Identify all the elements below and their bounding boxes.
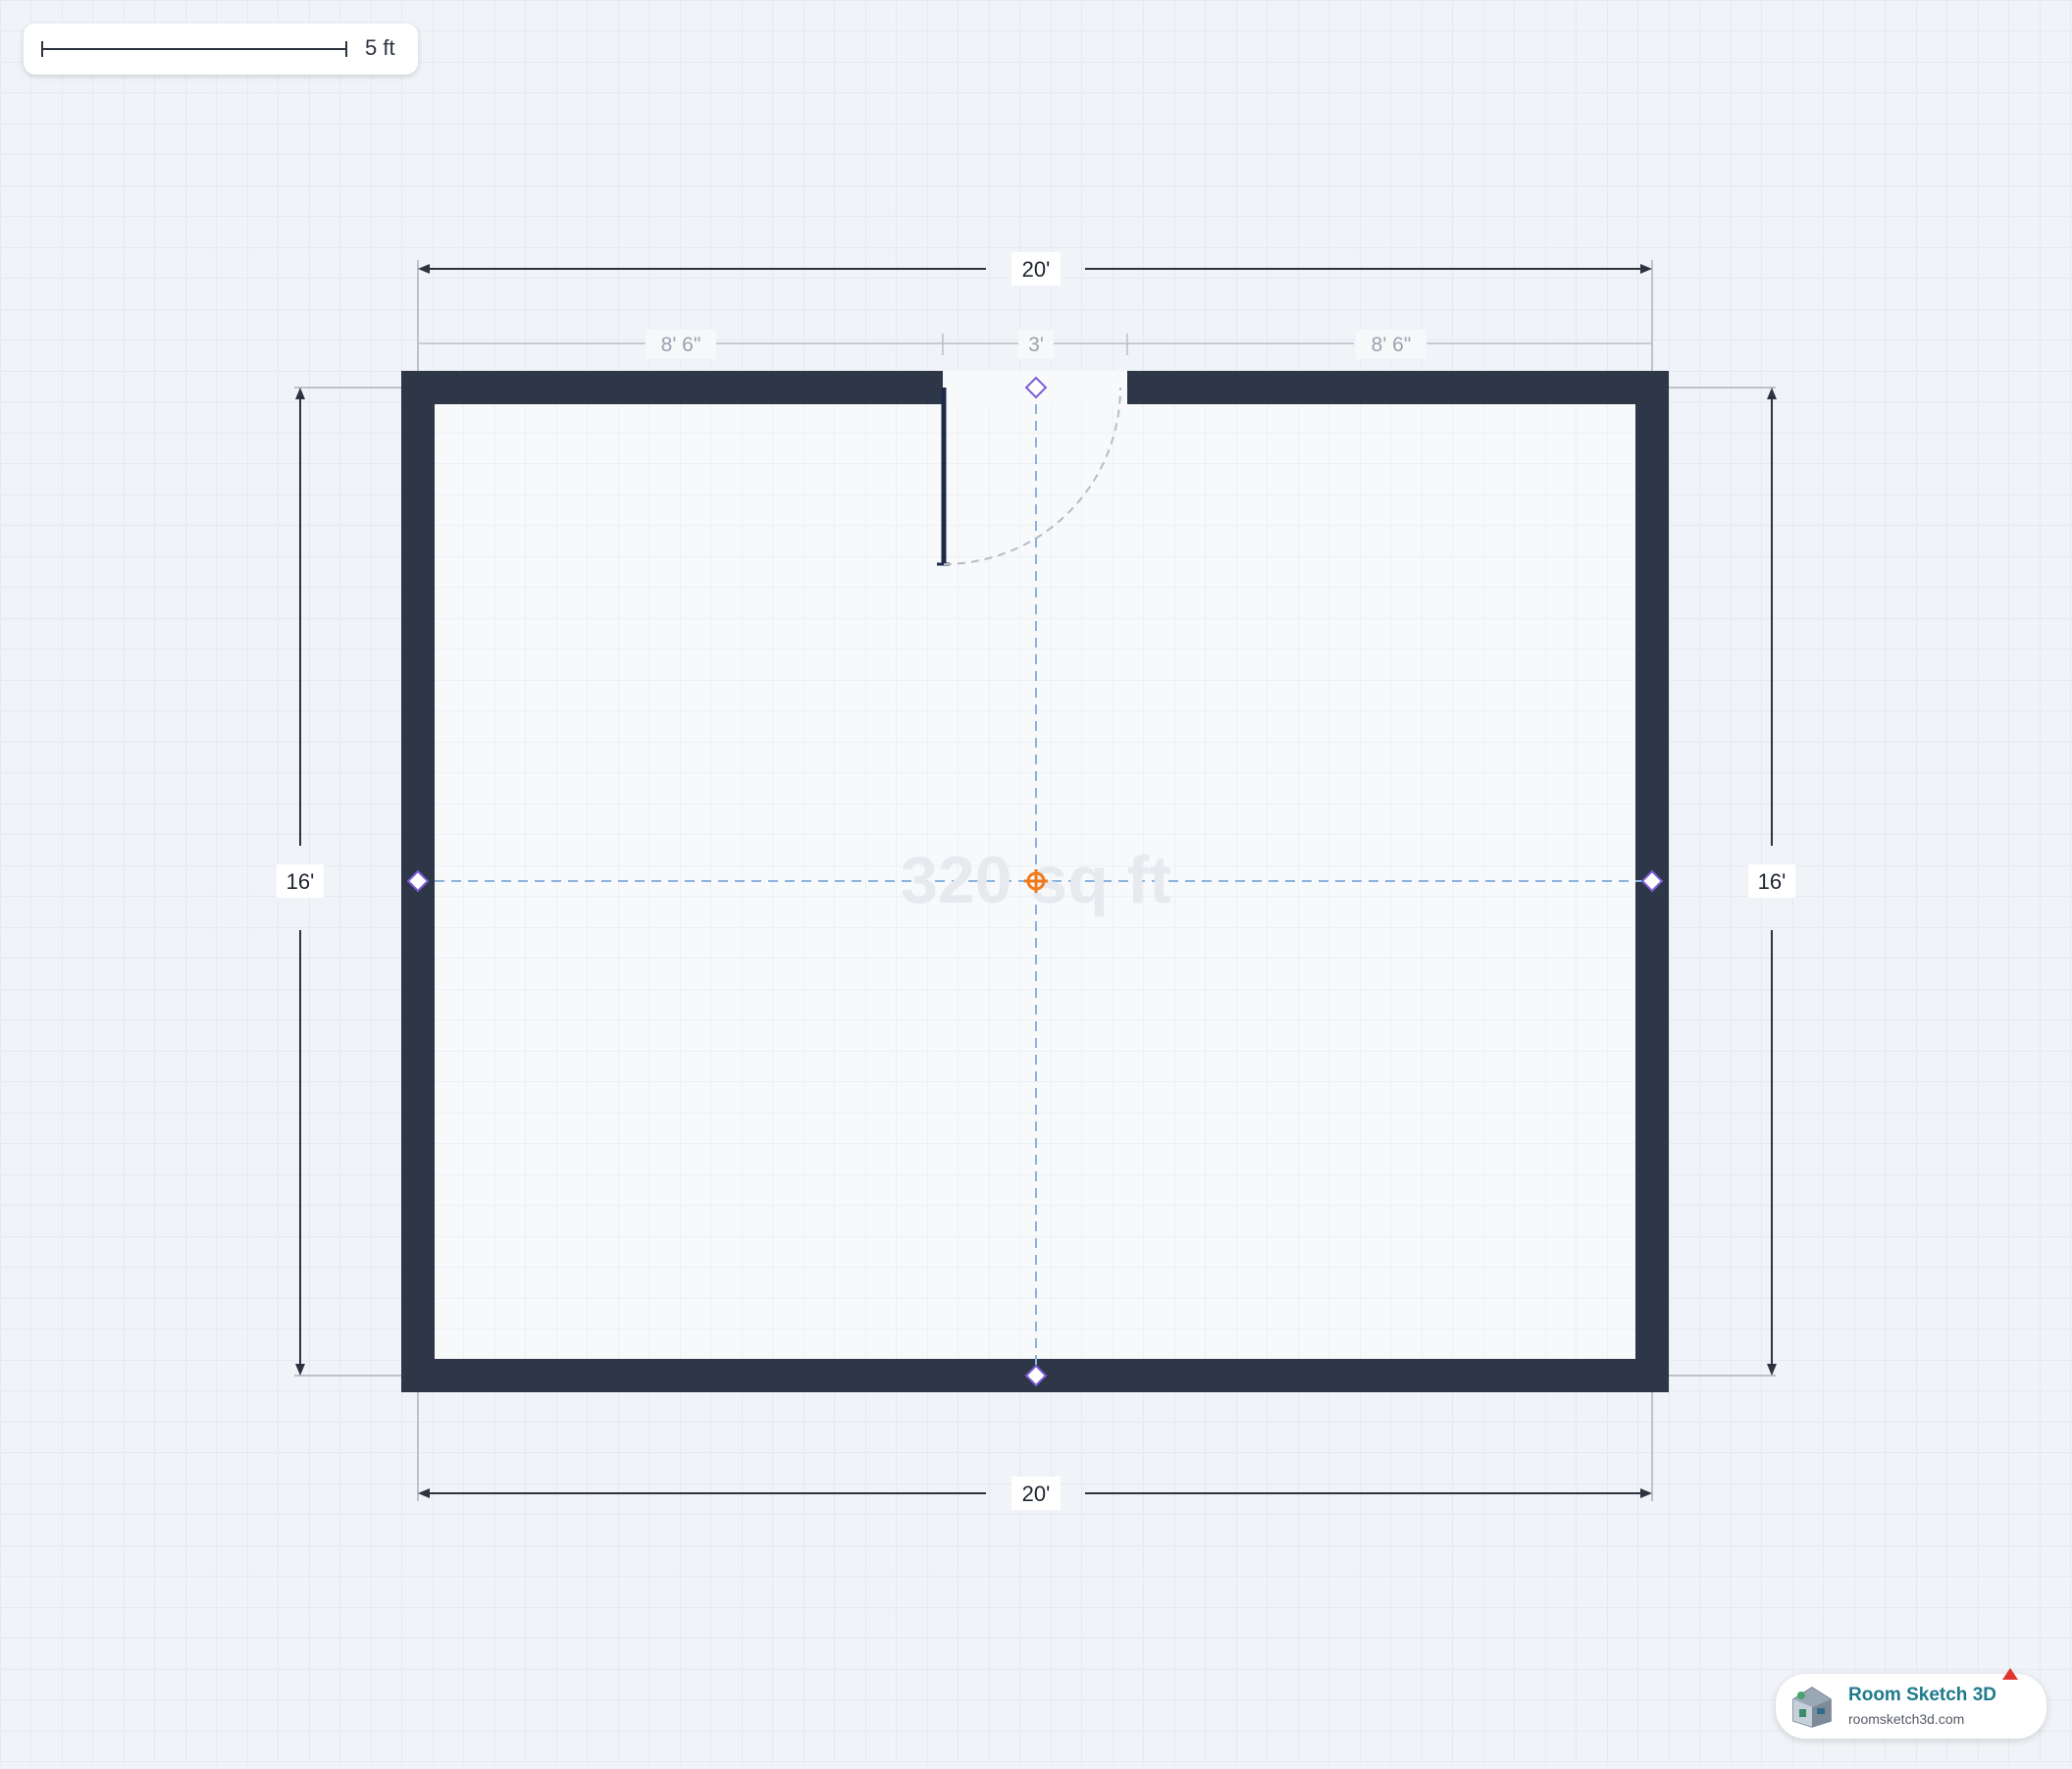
brand-url[interactable]: roomsketch3d.com xyxy=(1848,1711,1964,1727)
wall-top-left[interactable] xyxy=(401,371,943,404)
scale-bar xyxy=(41,41,347,57)
dimension-bottom-label[interactable]: 20' xyxy=(1022,1482,1051,1506)
red-arrow-badge-icon[interactable] xyxy=(1999,1666,2021,1688)
scale-label: 5 ft xyxy=(365,35,395,60)
dimension-top-label[interactable]: 20' xyxy=(1022,257,1051,282)
dimension-right-label[interactable]: 16' xyxy=(1758,869,1787,894)
scale-indicator: 5 ft xyxy=(24,24,418,75)
dimension-segment-door[interactable]: 3' xyxy=(1028,334,1044,356)
floor-plan-svg[interactable]: 320 sq ft 20' 8' 6" 3' 8' 6" 20' 16' 16' xyxy=(0,0,2072,1764)
brand-title: Room Sketch 3D xyxy=(1848,1685,1996,1705)
floor-plan-canvas[interactable]: 320 sq ft 20' 8' 6" 3' 8' 6" 20' 16' 16'… xyxy=(0,0,2072,1764)
house-3d-icon xyxy=(1792,1687,1832,1728)
dimension-left-label[interactable]: 16' xyxy=(286,869,315,894)
brand-badge[interactable]: Room Sketch 3D roomsketch3d.com xyxy=(1776,1668,2046,1739)
dimension-segment-right[interactable]: 8' 6" xyxy=(1372,334,1412,356)
dimension-segment-left[interactable]: 8' 6" xyxy=(661,334,701,356)
wall-top-right[interactable] xyxy=(1127,371,1669,404)
